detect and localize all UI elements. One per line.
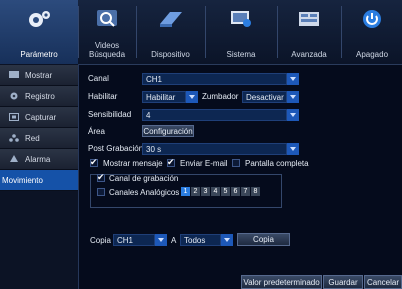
sidebar-item-label: Movimiento (2, 175, 43, 185)
mostrar-mensaje-checkbox[interactable] (90, 157, 98, 168)
area-label: Área (88, 127, 105, 136)
hard-drive-icon (159, 12, 182, 27)
canal-grabacion-label: Canal de grabación (109, 174, 179, 183)
sidebar-item-label: Red (25, 133, 40, 143)
tab-label: Dispositivo (151, 50, 190, 59)
chevron-down-icon[interactable] (221, 234, 233, 246)
tab-label: Parámetro (20, 50, 58, 59)
channel-6-toggle[interactable]: 6 (231, 187, 240, 196)
monitor-icon (231, 11, 251, 27)
save-button[interactable]: Guardar (323, 275, 363, 289)
tab-label: Videos Búsqueda (88, 41, 126, 59)
post-grabacion-select[interactable]: 30 s (142, 143, 287, 155)
power-icon (363, 10, 381, 28)
sidebar-item-mostrar[interactable]: Mostrar (0, 65, 78, 86)
chevron-down-icon[interactable] (186, 91, 198, 103)
area-config-button[interactable]: Configuración (142, 125, 194, 137)
sidebar-item-capturar[interactable]: Capturar (0, 107, 78, 128)
top-menu-bar: Parámetro Videos Búsqueda Dispositivo Si… (0, 0, 402, 65)
sidebar-item-red[interactable]: Red (0, 128, 78, 149)
enviar-email-label: Enviar E-mail (180, 159, 228, 168)
tab-parametro[interactable]: Parámetro (0, 0, 78, 64)
copy-from-select[interactable]: CH1 (113, 234, 155, 246)
cancel-button[interactable]: Cancelar (364, 275, 402, 289)
channel-3-toggle[interactable]: 3 (201, 187, 210, 196)
canal-label: Canal (88, 74, 109, 83)
chevron-down-icon[interactable] (287, 73, 299, 85)
gears-icon (29, 11, 50, 27)
channel-7-toggle[interactable]: 7 (241, 187, 250, 196)
tab-label: Avanzada (291, 50, 327, 59)
channel-8-toggle[interactable]: 8 (251, 187, 260, 196)
tab-label: Sistema (226, 50, 256, 59)
tab-videos-busqueda[interactable]: Videos Búsqueda (79, 0, 135, 64)
tab-apagado[interactable]: Apagado (342, 0, 402, 64)
sidebar-item-registro[interactable]: Registro (0, 86, 78, 107)
tab-label: Apagado (355, 50, 389, 59)
sidebar-item-label: Registro (25, 91, 55, 101)
sidebar-item-movimiento[interactable]: Movimiento (0, 170, 78, 191)
tab-sistema[interactable]: Sistema (206, 0, 276, 64)
tab-dispositivo[interactable]: Dispositivo (137, 0, 204, 64)
gear-icon (10, 92, 18, 100)
magnifier-icon (97, 10, 117, 27)
default-values-button[interactable]: Valor predeterminado (241, 275, 322, 289)
habilitar-select[interactable]: Habilitar (142, 91, 186, 103)
copy-button[interactable]: Copia (237, 233, 290, 246)
mostrar-mensaje-label: Mostrar mensaje (103, 159, 163, 168)
chevron-down-icon[interactable] (287, 143, 299, 155)
copia-label: Copia (90, 236, 111, 245)
copy-to-label: A (171, 236, 177, 245)
habilitar-label: Habilitar (88, 92, 118, 101)
sensibilidad-select[interactable]: 4 (142, 109, 287, 121)
canal-select[interactable]: CH1 (142, 73, 287, 85)
pantalla-completa-label: Pantalla completa (245, 159, 309, 168)
enviar-email-checkbox[interactable] (167, 157, 175, 168)
canal-grabacion-checkbox[interactable] (97, 172, 105, 183)
sidebar: Mostrar Registro Capturar Red Alarma Mov… (0, 64, 79, 289)
sidebar-item-label: Alarma (25, 154, 51, 164)
channel-4-toggle[interactable]: 4 (211, 187, 220, 196)
chevron-down-icon[interactable] (287, 91, 299, 103)
pantalla-completa-checkbox[interactable] (232, 159, 240, 167)
zumbador-select[interactable]: Desactivar (242, 91, 287, 103)
canales-analogicos-label: Canales Analógicos (109, 188, 180, 197)
channel-2-toggle[interactable]: 2 (191, 187, 200, 196)
network-icon (9, 134, 19, 142)
sensibilidad-label: Sensibilidad (88, 110, 132, 119)
sidebar-item-alarma[interactable]: Alarma (0, 149, 78, 170)
channel-5-toggle[interactable]: 5 (221, 187, 230, 196)
channel-1-toggle[interactable]: 1 (181, 187, 190, 196)
post-grabacion-label: Post Grabación (88, 144, 144, 153)
chevron-down-icon[interactable] (155, 234, 167, 246)
display-icon (9, 71, 19, 78)
capture-icon (9, 113, 19, 121)
zumbador-label: Zumbador (202, 92, 239, 101)
copy-to-select[interactable]: Todos (180, 234, 221, 246)
tab-avanzada[interactable]: Avanzada (278, 0, 340, 64)
panel-icon (299, 12, 319, 26)
alarm-icon (10, 155, 18, 162)
canales-analogicos-checkbox[interactable] (97, 188, 105, 196)
sidebar-item-label: Capturar (25, 112, 57, 122)
chevron-down-icon[interactable] (287, 109, 299, 121)
sidebar-item-label: Mostrar (25, 70, 53, 80)
